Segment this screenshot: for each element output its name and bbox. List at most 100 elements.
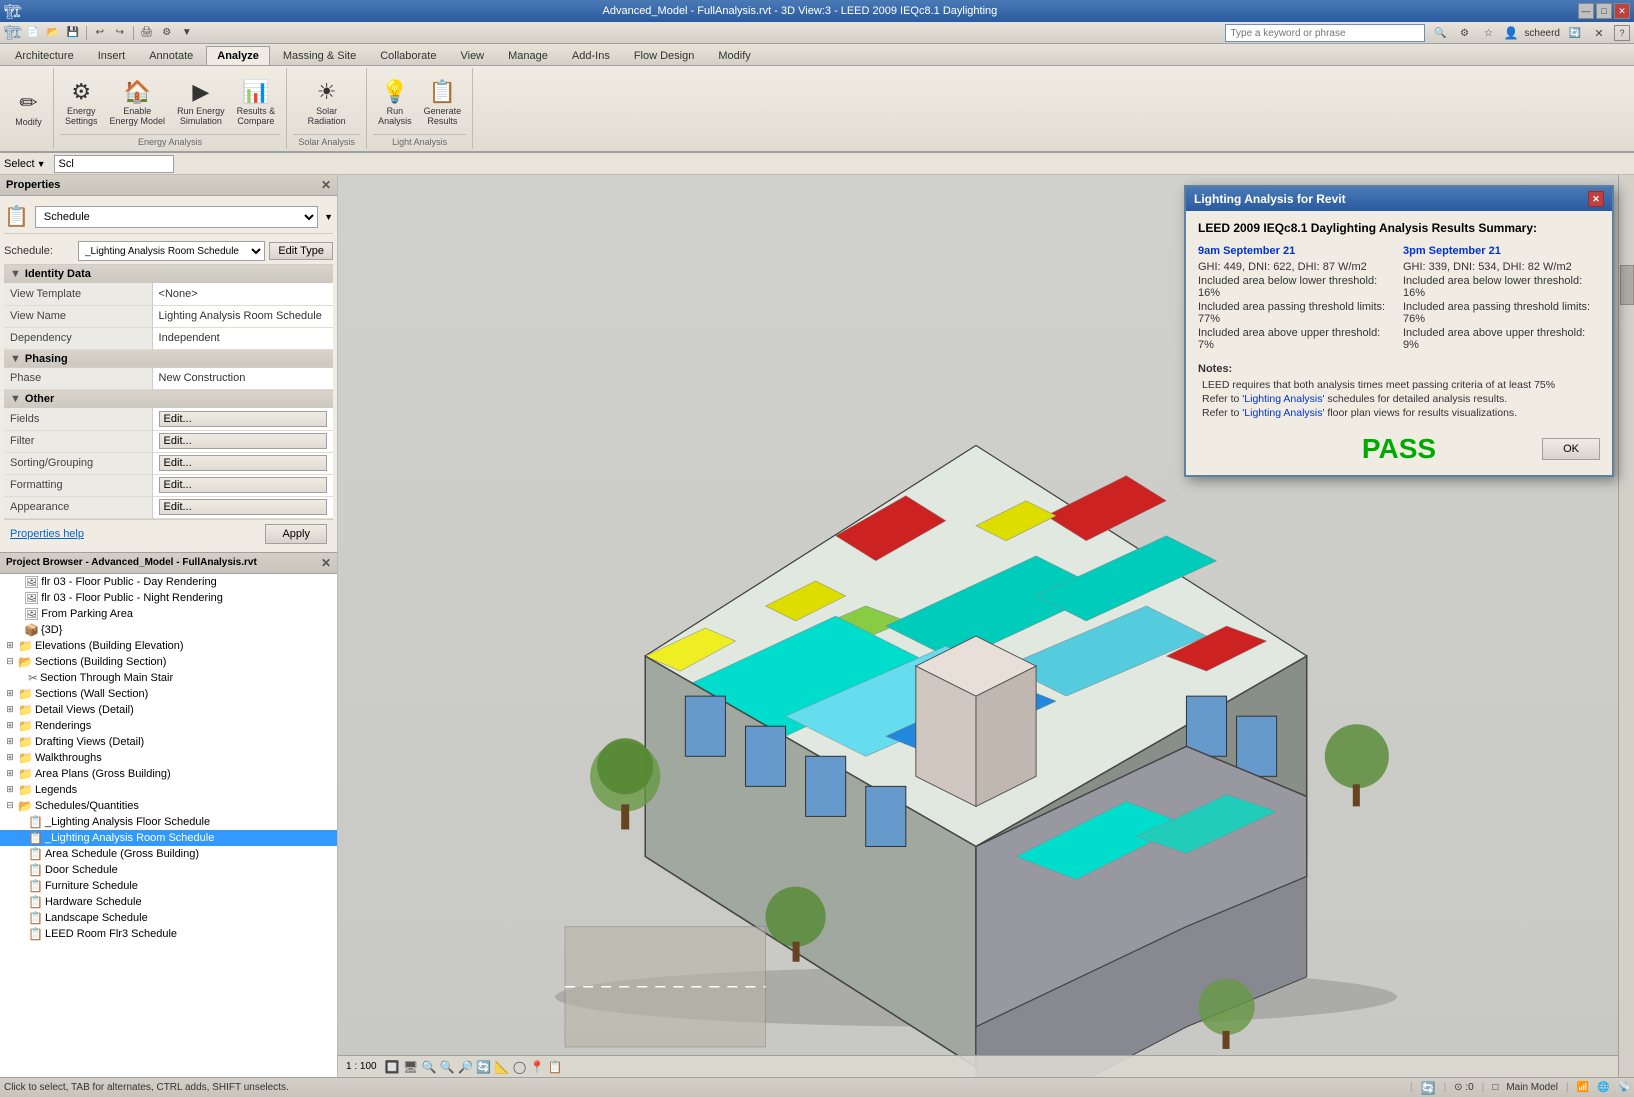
project-browser: Project Browser - Advanced_Model - FullA… [0,553,337,1078]
tab-flowdesign[interactable]: Flow Design [623,46,706,65]
apply-button[interactable]: Apply [265,524,327,544]
tab-manage[interactable]: Manage [497,46,559,65]
tree-item-landscape[interactable]: 📋 Landscape Schedule [0,910,337,926]
tree-2-trunk [793,942,800,962]
other-section[interactable]: ▼Other [4,390,333,409]
save-button[interactable]: 💾 [64,24,82,42]
select-input[interactable] [54,155,174,173]
tree-3-trunk [1353,784,1360,806]
type-dropdown[interactable]: Schedule [35,206,318,228]
tab-view[interactable]: View [449,46,495,65]
scroll-thumb[interactable] [1620,265,1634,305]
modify-button[interactable]: ✏ Modify [10,87,47,130]
undo-button[interactable]: ↩ [91,24,109,42]
toggle-schedules[interactable]: ⊟ [4,800,16,811]
formatting-edit-button[interactable]: Edit... [159,477,327,493]
options-button[interactable]: ⚙ [1455,24,1473,42]
tree-group-detail-views[interactable]: ⊞ 📁 Detail Views (Detail) [0,702,337,718]
toggle-walkthroughs[interactable]: ⊞ [4,752,16,763]
settings-button[interactable]: ⚙ [158,24,176,42]
toggle-elevations[interactable]: ⊞ [4,640,16,651]
tree-item-lighting-room[interactable]: 📋 _Lighting Analysis Room Schedule [0,830,337,846]
tab-insert[interactable]: Insert [87,46,137,65]
redo-button[interactable]: ↪ [111,24,129,42]
new-button[interactable]: 📄 [24,24,42,42]
toggle-drafting[interactable]: ⊞ [4,736,16,747]
toggle-legends[interactable]: ⊞ [4,784,16,795]
tree-item-hardware[interactable]: 📋 Hardware Schedule [0,894,337,910]
select-dropdown-arrow[interactable]: ▼ [37,159,46,169]
col2-below: Included area below lower threshold: 16% [1403,275,1600,299]
tree-item-leed[interactable]: 📋 LEED Room Flr3 Schedule [0,926,337,942]
tree-group-walkthroughs[interactable]: ⊞ 📁 Walkthroughs [0,750,337,766]
tab-architecture[interactable]: Architecture [4,46,85,65]
tree-item-furniture[interactable]: 📋 Furniture Schedule [0,878,337,894]
note-link-1: 'Lighting Analysis' [1242,393,1324,405]
tree-group-elevations[interactable]: ⊞ 📁 Elevations (Building Elevation) [0,638,337,654]
tab-analyze[interactable]: Analyze [206,46,270,65]
tree-item-3d[interactable]: 📦 {3D} [0,622,337,638]
toggle-detail-views[interactable]: ⊞ [4,704,16,715]
close-button[interactable]: ✕ [1614,3,1630,19]
command-search-input[interactable] [1225,24,1425,42]
star-button[interactable]: ☆ [1479,24,1497,42]
toggle-sections-wall[interactable]: ⊞ [4,688,16,699]
tree-item-flr03-day[interactable]: 🖼 flr 03 - Floor Public - Day Rendering [0,574,337,590]
energy-settings-button[interactable]: ⚙ EnergySettings [60,76,103,129]
toggle-renderings[interactable]: ⊞ [4,720,16,731]
search-button[interactable]: 🔍 [1431,24,1449,42]
tree-item-area-schedule[interactable]: 📋 Area Schedule (Gross Building) [0,846,337,862]
tab-addins[interactable]: Add-Ins [561,46,621,65]
toggle-area-plans[interactable]: ⊞ [4,768,16,779]
tree-group-sections-building[interactable]: ⊟ 📂 Sections (Building Section) [0,654,337,670]
dialog-close-button[interactable]: ✕ [1588,191,1604,207]
enable-energy-button[interactable]: 🏠 EnableEnergy Model [105,76,171,129]
tab-modify[interactable]: Modify [707,46,761,65]
filter-edit-button[interactable]: Edit... [159,433,327,449]
run-analysis-button[interactable]: 💡 RunAnalysis [373,76,417,129]
tree-group-area-plans[interactable]: ⊞ 📁 Area Plans (Gross Building) [0,766,337,782]
close-app-button[interactable]: ✕ [1590,24,1608,42]
tree-group-sections-wall[interactable]: ⊞ 📁 Sections (Wall Section) [0,686,337,702]
open-button[interactable]: 📂 [44,24,62,42]
sorting-edit-button[interactable]: Edit... [159,455,327,471]
phasing-section[interactable]: ▼Phasing [4,349,333,368]
schedule-dropdown[interactable]: _Lighting Analysis Room Schedule [78,241,265,261]
tab-annotate[interactable]: Annotate [138,46,204,65]
toggle-sections-building[interactable]: ⊟ [4,656,16,667]
tree-item-parking[interactable]: 🖼 From Parking Area [0,606,337,622]
maximize-button[interactable]: □ [1596,3,1612,19]
print-button[interactable]: 🖨 [138,24,156,42]
identity-data-section[interactable]: ▼Identity Data [4,265,333,283]
select-dropdown[interactable]: Select ▼ [4,158,46,170]
light-buttons: 💡 RunAnalysis 📋 GenerateResults [373,70,466,134]
results-compare-button[interactable]: 📊 Results &Compare [232,76,281,129]
generate-results-button[interactable]: 📋 GenerateResults [419,76,467,129]
solar-radiation-button[interactable]: ☀ SolarRadiation [303,76,351,129]
edit-type-button[interactable]: Edit Type [269,242,333,260]
tree-item-lighting-floor[interactable]: 📋 _Lighting Analysis Floor Schedule [0,814,337,830]
sync-button[interactable]: 🔄 [1566,24,1584,42]
tree-item-section-main[interactable]: ✂ Section Through Main Stair [0,670,337,686]
browser-close-button[interactable]: ✕ [321,556,331,570]
tree-item-flr03-night[interactable]: 🖼 flr 03 - Floor Public - Night Renderin… [0,590,337,606]
run-energy-button[interactable]: ▶ Run EnergySimulation [172,76,230,129]
appearance-edit-button[interactable]: Edit... [159,499,327,515]
tab-collaborate[interactable]: Collaborate [369,46,447,65]
qa-dropdown[interactable]: ▼ [178,24,196,42]
tree-group-legends[interactable]: ⊞ 📁 Legends [0,782,337,798]
tree-1-top2 [597,738,653,794]
help-button[interactable]: ? [1614,25,1630,41]
tree-group-renderings[interactable]: ⊞ 📁 Renderings [0,718,337,734]
properties-help-link[interactable]: Properties help [10,528,84,540]
tree-group-drafting[interactable]: ⊞ 📁 Drafting Views (Detail) [0,734,337,750]
ok-button[interactable]: OK [1542,438,1600,460]
tree-group-schedules[interactable]: ⊟ 📂 Schedules/Quantities [0,798,337,814]
fields-edit-button[interactable]: Edit... [159,411,327,427]
tree-label-hardware: Hardware Schedule [45,896,142,908]
viewport[interactable]: Lighting Analysis for Revit ✕ LEED 2009 … [338,175,1634,1077]
properties-close-button[interactable]: ✕ [321,178,331,192]
minimize-button[interactable]: — [1578,3,1594,19]
tree-item-door[interactable]: 📋 Door Schedule [0,862,337,878]
tab-massing[interactable]: Massing & Site [272,46,367,65]
